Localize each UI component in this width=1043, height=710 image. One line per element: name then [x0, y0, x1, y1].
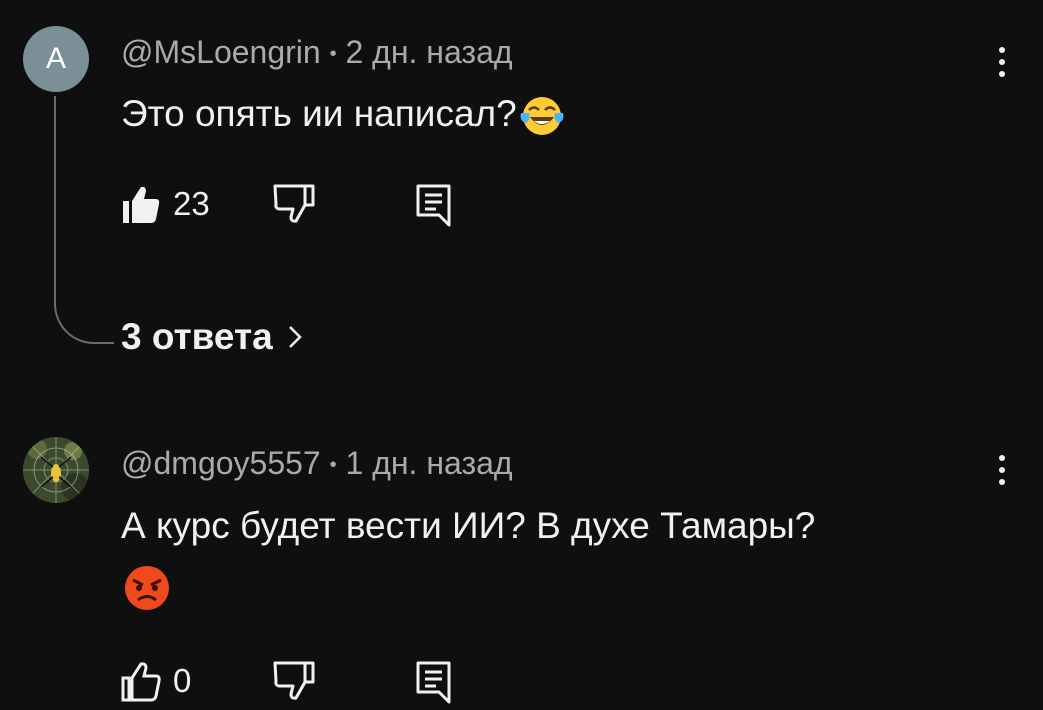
face-with-tears-of-joy-icon	[520, 97, 564, 136]
comment-text: Это опять ии написал?	[121, 88, 953, 140]
comment-time[interactable]: 2 дн. назад	[345, 34, 512, 70]
comment-body: А курс будет вести ИИ? В духе Тамары?	[121, 505, 816, 546]
comment-text: А курс будет вести ИИ? В духе Тамары?	[121, 500, 953, 614]
view-replies-button[interactable]: 3 ответа	[121, 316, 303, 358]
more-vertical-icon[interactable]	[982, 42, 1022, 82]
dislike-icon	[273, 184, 315, 223]
comment-body: Это опять ии написал?	[121, 93, 517, 134]
reply-icon	[416, 661, 451, 704]
angry-face-icon	[125, 566, 169, 610]
like-count: 0	[173, 662, 192, 699]
like-count: 23	[173, 185, 210, 222]
comment-time[interactable]: 1 дн. назад	[346, 445, 513, 481]
author-name[interactable]: @dmgoy5557	[121, 445, 321, 481]
author-name[interactable]: @MsLoengrin	[121, 34, 321, 70]
like-button[interactable]: 0	[121, 660, 191, 702]
dislike-button[interactable]	[271, 660, 317, 702]
avatar[interactable]: A	[23, 26, 89, 92]
replies-label: 3 ответа	[121, 316, 273, 357]
reply-button[interactable]	[415, 660, 453, 706]
comment-meta: @MsLoengrin • 2 дн. назад	[121, 34, 513, 71]
more-vertical-icon[interactable]	[982, 450, 1022, 490]
chevron-right-icon	[288, 326, 302, 348]
thread-line	[54, 96, 114, 344]
reply-icon	[416, 184, 451, 227]
like-icon	[121, 662, 161, 702]
dislike-button[interactable]	[271, 183, 317, 225]
meta-separator: •	[329, 43, 337, 66]
reply-button[interactable]	[415, 183, 453, 229]
meta-separator: •	[329, 454, 337, 477]
comment-meta: @dmgoy5557 • 1 дн. назад	[121, 445, 513, 482]
spider-photo-avatar	[23, 437, 89, 503]
dislike-icon	[273, 661, 315, 700]
like-icon	[123, 186, 160, 223]
avatar-letter: A	[45, 42, 66, 75]
avatar[interactable]	[23, 437, 89, 503]
like-button[interactable]: 23	[121, 183, 210, 225]
